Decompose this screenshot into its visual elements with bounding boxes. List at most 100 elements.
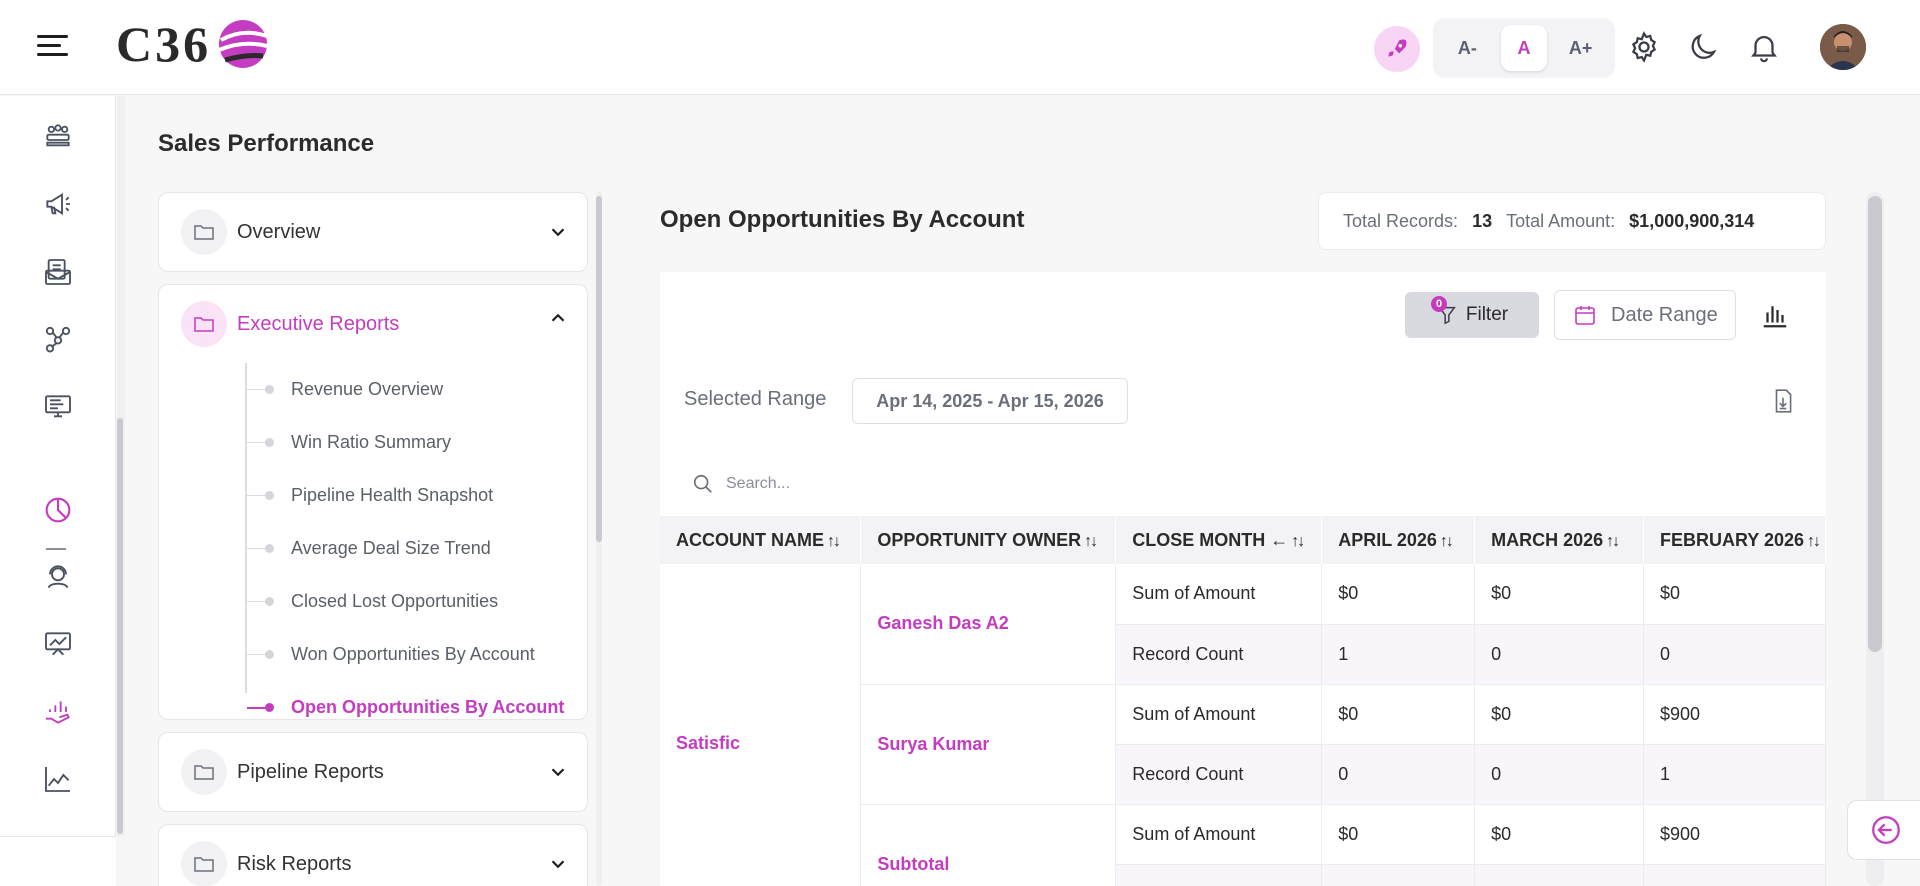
nav-section-label: Pipeline Reports — [237, 760, 384, 783]
total-amount-value: $1,000,900,314 — [1629, 210, 1755, 231]
nav-item-closed-lost-opportunities[interactable]: Closed Lost Opportunities — [159, 575, 587, 628]
column-header-february-2026[interactable]: FEBRUARY 2026 ↑↓ — [1643, 516, 1826, 564]
total-records-value: 13 — [1472, 210, 1493, 231]
value-cell: $0 — [1474, 804, 1644, 865]
brand-logo[interactable]: C36 — [116, 14, 273, 74]
chevron-up-icon[interactable] — [547, 307, 569, 329]
column-header-march-2026[interactable]: MARCH 2026 ↑↓ — [1474, 516, 1644, 564]
chevron-down-icon[interactable] — [547, 761, 569, 783]
top-bar: C36 A- A A+ — [0, 0, 1920, 95]
calendar-icon — [1575, 306, 1595, 325]
column-header-opportunity-owner[interactable]: OPPORTUNITY OWNER ↑↓ — [860, 516, 1117, 564]
rail-divider — [46, 548, 66, 550]
font-increase-button[interactable]: A+ — [1558, 25, 1604, 71]
team-icon[interactable] — [41, 119, 75, 153]
value-cell: 0 — [1474, 624, 1644, 685]
value-cell: $0 — [1321, 684, 1476, 745]
chevron-down-icon[interactable] — [547, 221, 569, 243]
date-range-label: Date Range — [1611, 303, 1718, 326]
settings-gear-icon[interactable] — [1627, 30, 1661, 64]
nav-section-executive-reports[interactable]: Executive Reports Revenue Overview Win R… — [158, 284, 588, 720]
folder-icon — [181, 301, 227, 347]
nav-item-pipeline-health-snapshot[interactable]: Pipeline Health Snapshot — [159, 469, 587, 522]
nav-section-pipeline-reports[interactable]: Pipeline Reports — [158, 732, 588, 812]
bar-chart-icon[interactable] — [1760, 300, 1790, 330]
owner-cell[interactable]: Ganesh Das A2 — [860, 564, 1117, 685]
nav-section-overview[interactable]: Overview — [158, 192, 588, 272]
table-row: Satisfic Ganesh Das A2 Sum of Amount $0 … — [660, 564, 1826, 886]
report-table: ACCOUNT NAME ↑↓ OPPORTUNITY OWNER ↑↓ CLOSE… — [660, 516, 1826, 886]
subtotal-cell: Subtotal — [860, 804, 1117, 886]
totals-summary: Total Records: 13 Total Amount: $1,000,9… — [1318, 192, 1826, 250]
nav-scrollbar[interactable] — [596, 196, 602, 542]
filter-button[interactable]: 0 Filter — [1405, 292, 1539, 338]
value-cell: 1 — [1321, 864, 1476, 886]
metric-cell: Record Count — [1115, 864, 1323, 886]
user-photo-icon — [1820, 24, 1866, 70]
sort-icon[interactable]: ↑↓ — [827, 533, 841, 550]
column-header-account-name[interactable]: ACCOUNT NAME ↑↓ — [660, 516, 862, 564]
account-name-cell[interactable]: Satisfic — [660, 564, 862, 886]
menu-toggle-icon[interactable] — [34, 30, 70, 62]
selected-range-value: Apr 14, 2025 - Apr 15, 2026 — [852, 378, 1128, 424]
value-cell: 0 — [1321, 744, 1476, 805]
chevron-down-icon[interactable] — [547, 853, 569, 875]
font-decrease-button[interactable]: A- — [1444, 25, 1490, 71]
brand-globe-icon — [218, 20, 268, 68]
sort-icon[interactable]: ↑↓ — [1291, 533, 1305, 550]
page-scrollbar[interactable] — [1868, 196, 1882, 652]
metric-cell: Sum of Amount — [1115, 564, 1323, 625]
arrow-left-circle-icon — [1872, 816, 1900, 844]
metric-cell: Sum of Amount — [1115, 804, 1323, 865]
value-cell: 0 — [1474, 744, 1644, 805]
network-nodes-icon[interactable] — [41, 322, 75, 356]
value-cell: $0 — [1643, 564, 1826, 625]
report-card: 0 Filter Date Range Selected Range Apr 1… — [660, 272, 1826, 886]
monitor-presentation-icon[interactable] — [41, 390, 75, 424]
email-inbox-icon[interactable] — [41, 255, 75, 289]
board-chart-icon[interactable] — [41, 627, 75, 661]
sort-icon[interactable]: ↑↓ — [1440, 533, 1454, 550]
search-box — [692, 466, 1092, 502]
font-normal-button[interactable]: A — [1500, 25, 1547, 71]
campaign-megaphone-icon[interactable] — [41, 187, 75, 221]
rocket-button[interactable] — [1374, 26, 1420, 72]
column-header-april-2026[interactable]: APRIL 2026 ↑↓ — [1321, 516, 1476, 564]
dark-mode-moon-icon[interactable] — [1687, 30, 1721, 64]
rail-footer — [0, 836, 116, 886]
download-file-icon[interactable] — [1770, 388, 1796, 414]
value-cell: $0 — [1321, 804, 1476, 865]
analytics-pie-icon[interactable] — [41, 493, 75, 527]
nav-item-win-ratio-summary[interactable]: Win Ratio Summary — [159, 416, 587, 469]
nav-section-risk-reports[interactable]: Risk Reports — [158, 824, 588, 886]
owner-cell[interactable]: Surya Kumar — [860, 684, 1117, 805]
page-title: Sales Performance — [158, 130, 375, 157]
value-cell: $0 — [1321, 564, 1476, 625]
notifications-bell-icon[interactable] — [1747, 30, 1781, 64]
sort-icon[interactable]: ↑↓ — [1807, 533, 1821, 550]
metric-cell: Sum of Amount — [1115, 684, 1323, 745]
date-range-button[interactable]: Date Range — [1554, 290, 1736, 340]
nav-item-revenue-overview[interactable]: Revenue Overview — [159, 363, 587, 416]
table-header-row: ACCOUNT NAME ↑↓ OPPORTUNITY OWNER ↑↓ CLOSE… — [660, 516, 1826, 564]
search-input[interactable] — [726, 475, 1046, 493]
metric-cell: Record Count — [1115, 744, 1323, 805]
support-agent-icon[interactable] — [41, 560, 75, 594]
nav-item-average-deal-size-trend[interactable]: Average Deal Size Trend — [159, 522, 587, 575]
value-cell: 1 — [1643, 744, 1826, 805]
rail-scrollbar[interactable] — [117, 418, 123, 834]
column-header-close-month[interactable]: CLOSE MONTH ← ↑↓ — [1115, 516, 1323, 564]
back-button[interactable] — [1847, 800, 1920, 860]
nav-section-label: Risk Reports — [237, 852, 352, 875]
user-avatar[interactable] — [1820, 24, 1866, 70]
line-trend-icon[interactable] — [41, 762, 75, 796]
nav-section-label: Overview — [237, 220, 321, 243]
value-cell: 1 — [1643, 864, 1826, 886]
sort-icon[interactable]: ↑↓ — [1606, 533, 1620, 550]
hand-growth-icon[interactable] — [41, 695, 75, 729]
value-cell: 0 — [1474, 864, 1644, 886]
nav-item-open-opportunities-by-account[interactable]: Open Opportunities By Account — [159, 681, 587, 734]
filter-count-badge: 0 — [1431, 296, 1447, 312]
sort-icon[interactable]: ↑↓ — [1084, 533, 1098, 550]
nav-item-won-opportunities-by-account[interactable]: Won Opportunities By Account — [159, 628, 587, 681]
